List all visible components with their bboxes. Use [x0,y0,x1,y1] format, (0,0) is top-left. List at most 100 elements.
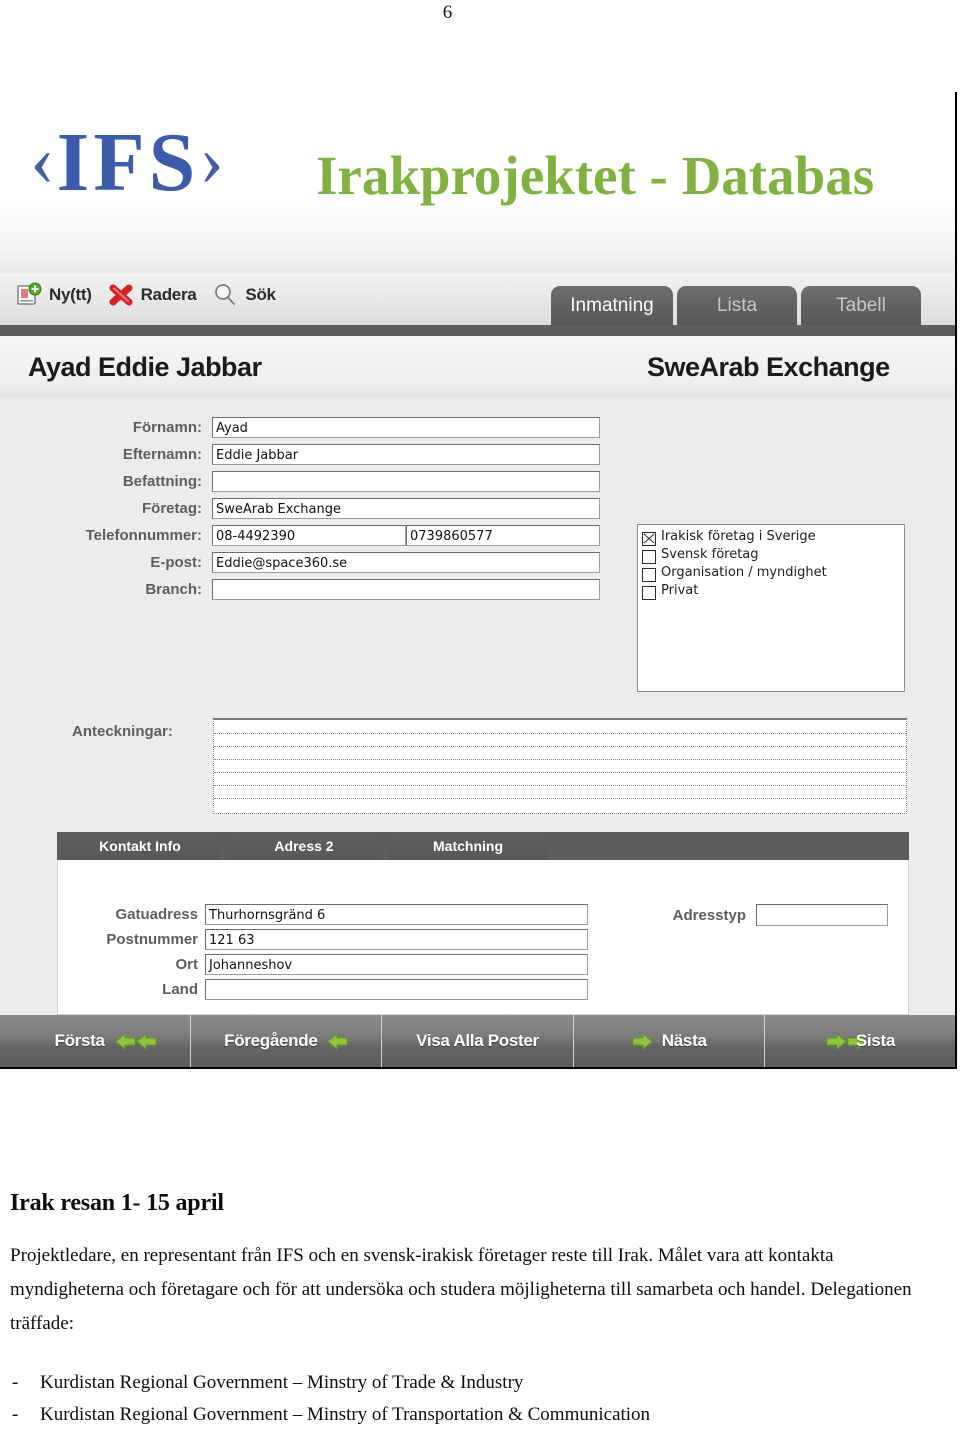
field-row-epost: E-post: Eddie@space360.se [72,552,602,573]
field-row-branch: Branch: [72,579,602,600]
input-postnummer[interactable]: 121 63 [205,929,588,950]
record-name: Ayad Eddie Jabbar [28,352,262,382]
document-text-block: Irak resan 1- 15 april Projektledare, en… [0,1190,960,1431]
notes-rule [214,733,906,734]
input-foretag[interactable]: SweArab Exchange [212,498,600,519]
nav-first-label: Första [54,1031,105,1050]
checkbox-label-svensk-foretag: Svensk företag [661,547,759,562]
input-befattning[interactable] [212,471,600,492]
tab-lista[interactable]: Lista [677,286,797,325]
document-bullet-list: - Kurdistan Regional Government – Minstr… [0,1367,960,1431]
double-right-arrow-icon [825,1032,868,1050]
notes-rule [214,798,906,799]
label-fornamn: Förnamn: [132,419,202,436]
record-company: SweArab Exchange [647,352,890,382]
input-gatuadress[interactable]: Thurhornsgränd 6 [205,904,588,925]
checkbox-row-privat[interactable]: Privat [642,583,904,601]
nav-previous-button[interactable]: Föregående [191,1015,383,1067]
label-postnummer: Postnummer [106,931,198,948]
sub-tab-adress-2[interactable]: Adress 2 [225,832,383,860]
delete-label: Radera [140,285,197,304]
input-branch[interactable] [212,579,600,600]
notes-rule [214,772,906,773]
input-telefonnummer-1[interactable]: 08-4492390 [212,525,406,546]
sub-tab-kontakt-info[interactable]: Kontakt Info [61,832,219,860]
checkbox-irakisk-foretag[interactable] [642,532,656,546]
toolbar-actions: Ny(tt) Radera Sök [14,280,286,310]
field-row-ort: Ort Johanneshov [68,954,608,975]
notes-rule [214,759,906,760]
search-magnifier-icon [212,282,238,308]
field-row-adresstyp: Adresstyp [636,904,906,926]
checkbox-row-svensk-foretag[interactable]: Svensk företag [642,547,904,565]
field-row-postnummer: Postnummer 121 63 [68,929,608,950]
label-telefonnummer: Telefonnummer: [85,527,202,544]
input-adresstyp[interactable] [756,904,888,926]
input-fornamn[interactable]: Ayad [212,417,600,438]
checkbox-privat[interactable] [642,586,656,600]
input-anteckningar[interactable] [213,718,907,814]
checkbox-label-organisation: Organisation / myndighet [661,565,827,580]
tab-inmatning[interactable]: Inmatning [551,286,673,325]
input-ort[interactable]: Johanneshov [205,954,588,975]
nav-show-all-button[interactable]: Visa Alla Poster [382,1015,574,1067]
notes-rule [214,746,906,747]
record-header: Ayad Eddie Jabbar SweArab Exchange [0,336,955,399]
sub-tab-bar: Kontakt Info Adress 2 Matchning [57,832,909,860]
nav-last-button[interactable]: Sista [764,1015,955,1067]
sub-tab-matchning-label: Matchning [433,838,503,854]
toolbar-divider [0,325,955,336]
bullet-marker: - [12,1404,19,1425]
field-row-gatuadress: Gatuadress Thurhornsgränd 6 [68,904,608,925]
checkbox-row-irakisk-foretag[interactable]: Irakisk företag i Sverige [642,529,904,547]
new-record-button[interactable]: Ny(tt) [14,280,102,310]
field-row-foretag: Företag: SweArab Exchange [72,498,602,519]
tab-tabell[interactable]: Tabell [801,286,921,325]
input-telefonnummer-2[interactable]: 0739860577 [406,525,600,546]
tab-inmatning-label: Inmatning [570,294,654,316]
field-row-befattning: Befattning: [72,471,602,492]
new-record-label: Ny(tt) [49,285,92,304]
tab-tabell-label: Tabell [836,294,886,316]
label-land: Land [162,981,198,998]
checkbox-svensk-foretag[interactable] [642,550,656,564]
banner-title: Irakprojektet - Databas [316,145,875,206]
document-paragraph: Projektledare, en representant från IFS … [10,1245,912,1334]
document-heading: Irak resan 1- 15 april [10,1190,224,1216]
bullet-marker: - [12,1372,19,1393]
nav-next-button[interactable]: Nästa [573,1015,765,1067]
bullet-text: Kurdistan Regional Government – Minstry … [40,1372,524,1393]
label-efternamn: Efternamn: [122,446,202,463]
input-efternamn[interactable]: Eddie Jabbar [212,444,600,465]
page-number: 6 [442,2,453,23]
field-row-land: Land [68,979,608,1000]
checkbox-label-irakisk-foretag: Irakisk företag i Sverige [661,529,816,544]
label-epost: E-post: [150,554,202,571]
input-land[interactable] [205,979,588,1000]
field-row-telefonnummer: Telefonnummer: 08-4492390 0739860577 [42,525,602,546]
label-ort: Ort [175,956,199,973]
bullet-text: Kurdistan Regional Government – Minstry … [40,1404,651,1425]
sub-tab-kontakt-info-label: Kontakt Info [99,838,181,854]
checkbox-label-privat: Privat [661,583,699,598]
field-row-fornamn: Förnamn: Ayad [72,417,602,438]
nav-show-all-label: Visa Alla Poster [416,1031,539,1050]
sub-tab-adress-2-label: Adress 2 [274,838,334,854]
sub-tab-matchning[interactable]: Matchning [389,832,547,860]
form-body: Förnamn: Ayad Efternamn: Eddie Jabbar Be… [0,398,955,1015]
delete-button[interactable]: Radera [106,280,207,310]
ifs-logo: ‹IFS› [30,121,226,205]
kontakt-info-panel: Gatuadress Thurhornsgränd 6 Postnummer 1… [57,860,909,1015]
main-tab-bar: Inmatning Lista Tabell [551,286,921,325]
double-left-arrow-icon [114,1032,157,1050]
input-epost[interactable]: Eddie@space360.se [212,552,600,573]
checkbox-organisation[interactable] [642,568,656,582]
label-gatuadress: Gatuadress [115,906,198,923]
toolbar: Ny(tt) Radera Sök Inmatning Lista Tabell [0,273,955,326]
document-bullet-item: - Kurdistan Regional Government – Minstr… [0,1399,960,1431]
single-right-arrow-icon [631,1032,653,1050]
checkbox-row-organisation[interactable]: Organisation / myndighet [642,565,904,583]
nav-previous-label: Föregående [224,1031,318,1050]
search-button[interactable]: Sök [210,280,285,310]
nav-first-button[interactable]: Första [0,1015,192,1067]
